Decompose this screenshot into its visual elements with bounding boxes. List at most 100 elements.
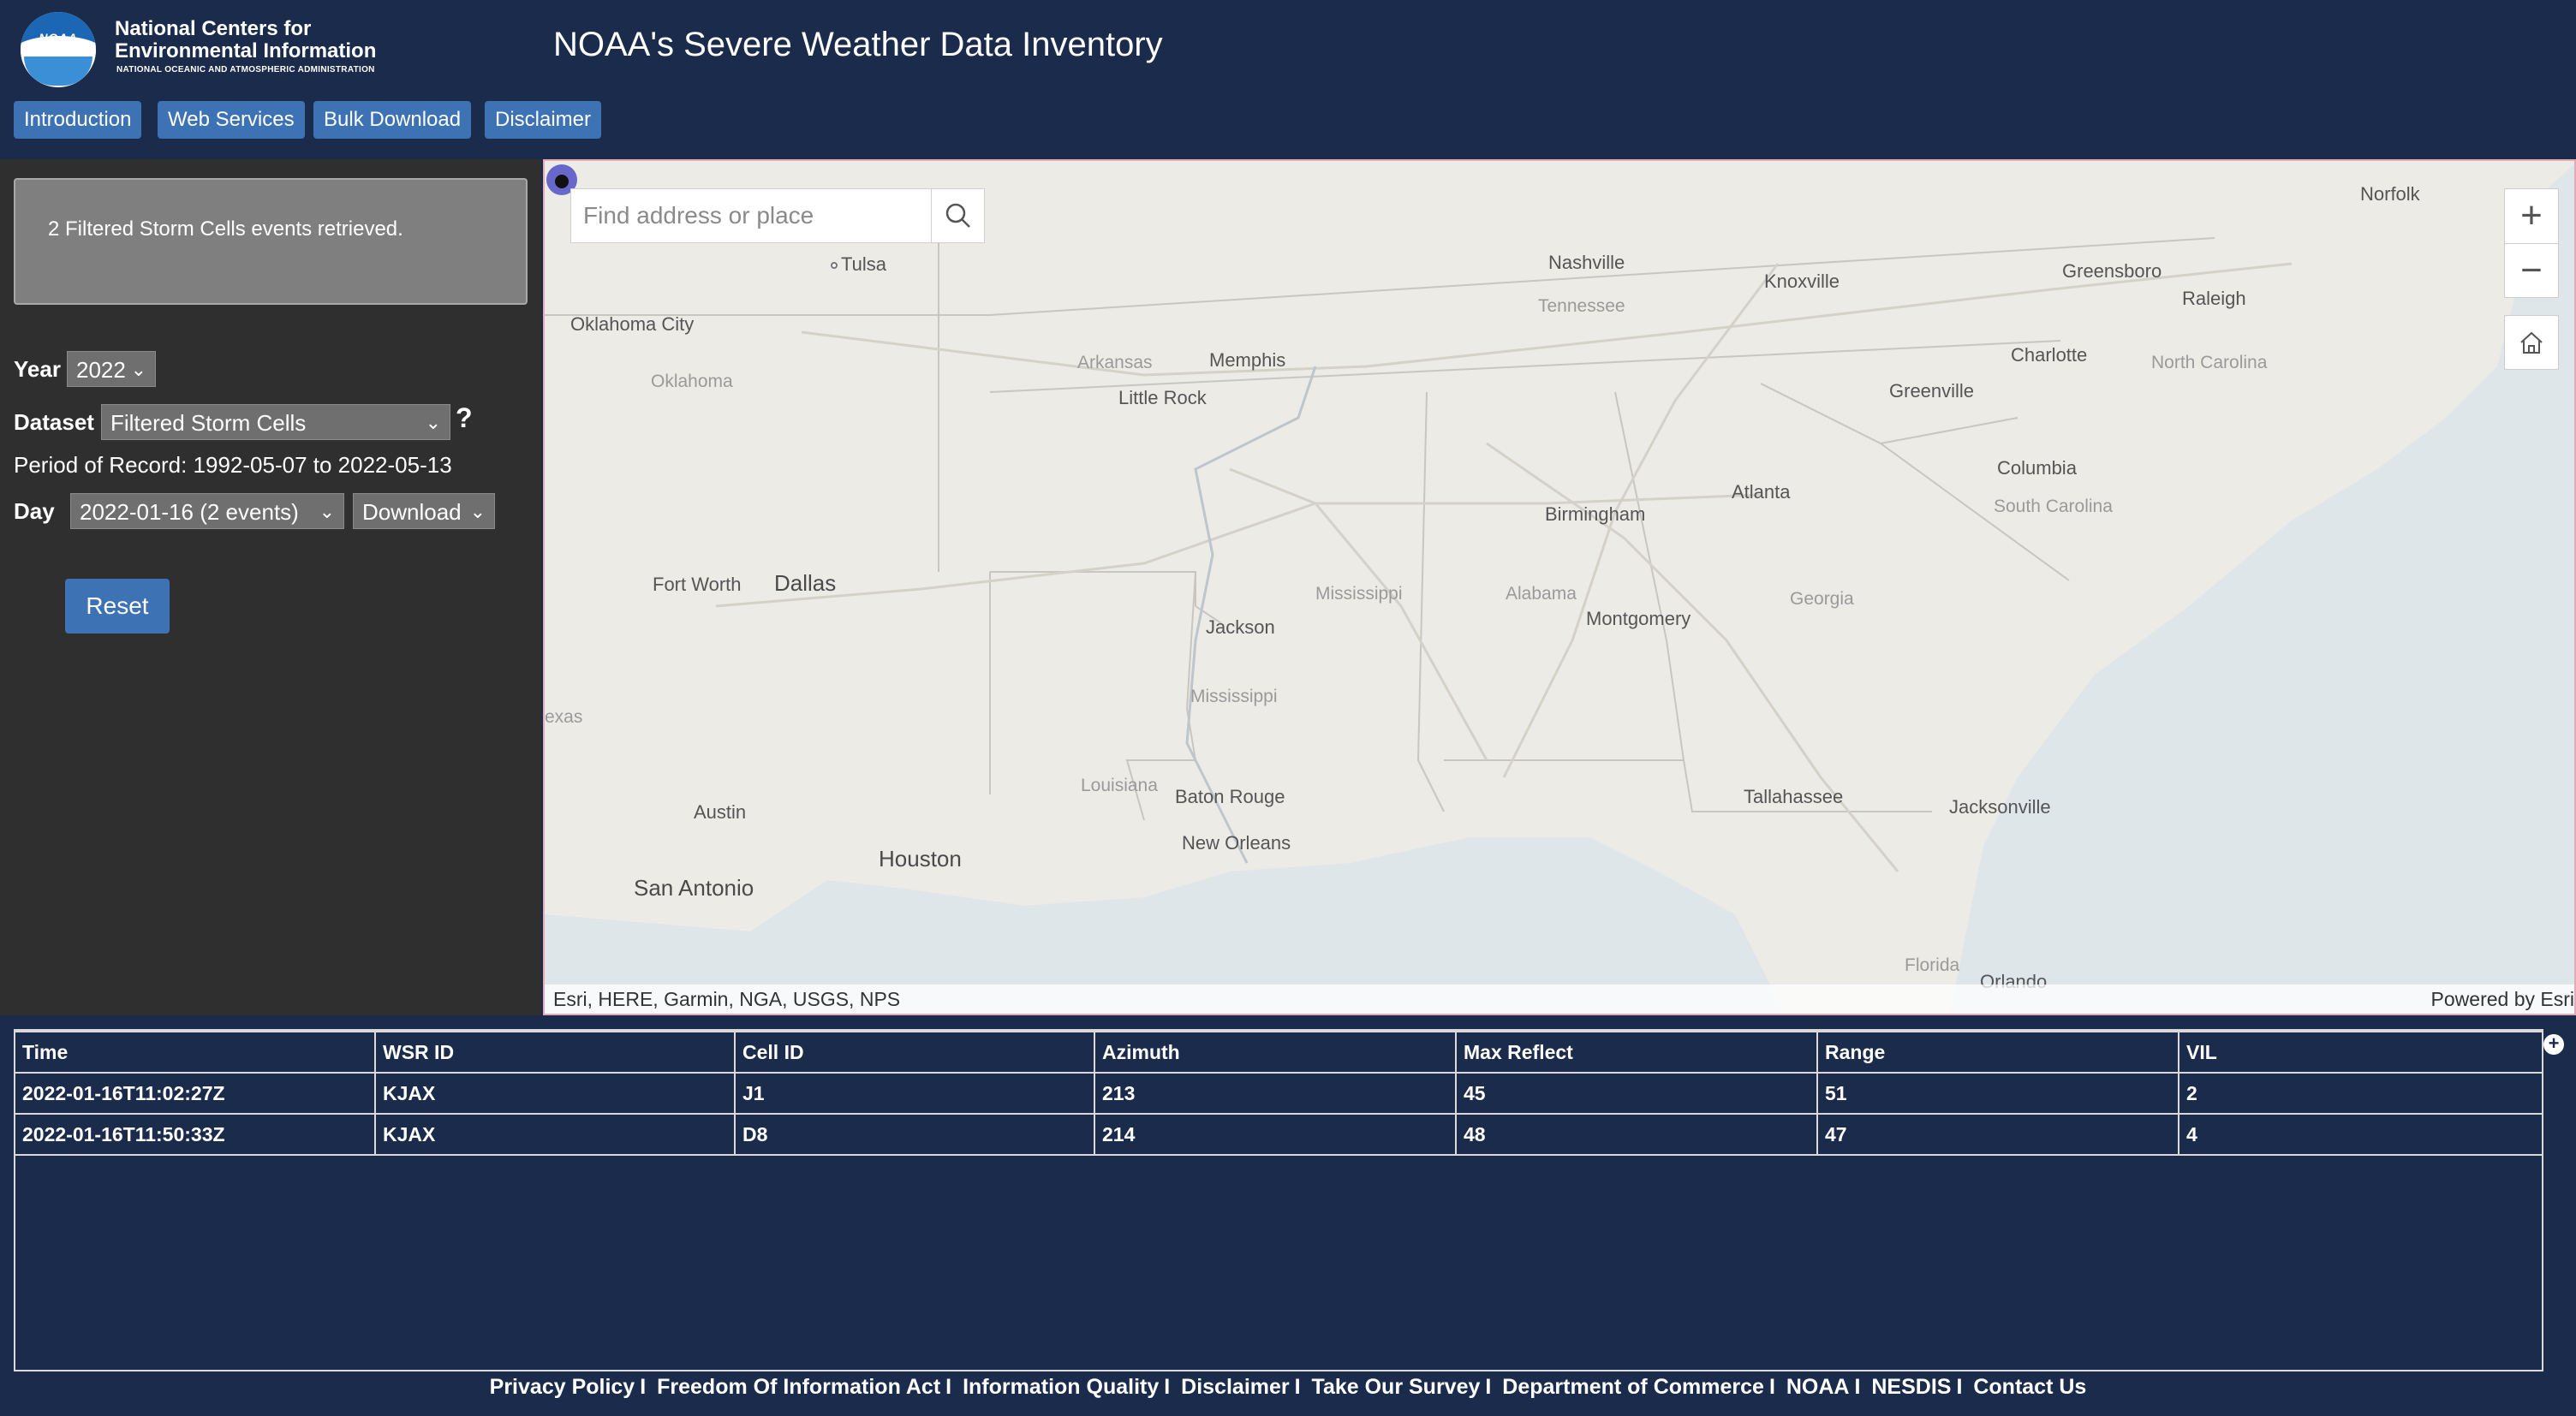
dataset-label: Dataset: [14, 409, 94, 435]
chevron-down-icon: ⌄: [469, 501, 486, 522]
state-borders: [545, 237, 2215, 821]
state-label: Florida: [1905, 955, 1960, 975]
state-label: Mississippi: [1190, 687, 1278, 706]
city-label: Memphis: [1209, 349, 1286, 371]
footer-link-information-quality[interactable]: Information Quality: [963, 1375, 1159, 1399]
results-table: Time WSR ID Cell ID Azimuth Max Reflect …: [15, 1031, 2543, 1156]
day-value: 2022-01-16 (2 events): [80, 499, 299, 525]
footer-link-noaa[interactable]: NOAA: [1786, 1375, 1850, 1399]
footer-links: Privacy Policy I Freedom Of Information A…: [489, 1375, 2087, 1399]
map-search: [570, 188, 985, 243]
city-label: Greensboro: [2062, 260, 2162, 282]
attribution-text: Esri, HERE, Garmin, NGA, USGS, NPS: [553, 988, 901, 1010]
state-label: Oklahoma: [651, 372, 733, 391]
map-attribution: Esri, HERE, Garmin, NGA, USGS, NPS Power…: [545, 985, 2574, 1014]
table-cell: J1: [734, 1072, 1095, 1115]
table-cell: 47: [1816, 1113, 2179, 1156]
search-input[interactable]: [571, 189, 924, 242]
table-cell: 51: [1816, 1072, 2179, 1115]
download-select[interactable]: Download ⌄: [353, 493, 495, 529]
column-header[interactable]: WSR ID: [374, 1031, 736, 1074]
city-label: Nashville: [1548, 252, 1625, 273]
download-value: Download: [362, 499, 462, 525]
period-of-record: Period of Record: 1992-05-07 to 2022-05-…: [14, 452, 452, 478]
city-label: Knoxville: [1764, 271, 1840, 292]
table-cell: 2: [2178, 1072, 2543, 1115]
map-view[interactable]: Oklahoma Tennessee Arkansas North Caroli…: [543, 159, 2576, 1015]
day-label: Day: [14, 498, 55, 524]
city-label: Fort Worth: [653, 574, 742, 595]
city-label: Houston: [879, 846, 962, 872]
zoom-in-button[interactable]: +: [2504, 188, 2559, 243]
nav-web-services-button[interactable]: Web Services: [158, 101, 305, 139]
help-icon[interactable]: ?: [456, 402, 473, 434]
results-table-container: Time WSR ID Cell ID Azimuth Max Reflect …: [14, 1029, 2543, 1371]
footer-link-foia[interactable]: Freedom Of Information Act: [657, 1375, 940, 1399]
table-cell: D8: [734, 1113, 1095, 1156]
state-label: Mississippi: [1315, 584, 1403, 604]
dataset-value: Filtered Storm Cells: [110, 410, 307, 436]
chevron-down-icon: ⌄: [425, 412, 441, 433]
city-label: Raleigh: [2182, 288, 2246, 309]
home-icon: [2520, 331, 2543, 354]
footer-link-privacy-policy[interactable]: Privacy Policy: [490, 1375, 635, 1399]
city-label: Charlotte: [2011, 344, 2088, 366]
table-row[interactable]: 2022-01-16T11:02:27Z KJAX J1 213 45 51 2: [15, 1072, 2543, 1115]
table-cell: 213: [1094, 1072, 1457, 1115]
column-header[interactable]: Time: [15, 1031, 376, 1074]
noaa-logo: NOAA: [21, 12, 96, 87]
city-label: New Orleans: [1182, 832, 1291, 854]
city-label: Jacksonville: [1949, 796, 2051, 818]
footer-link-commerce[interactable]: Department of Commerce: [1502, 1375, 1764, 1399]
table-cell: 45: [1455, 1072, 1818, 1115]
city-label: Norfolk: [2360, 183, 2420, 205]
state-label: North Carolina: [2151, 353, 2268, 372]
org-subtitle: NATIONAL OCEANIC AND ATMOSPHERIC ADMINIS…: [116, 65, 375, 74]
state-label: Arkansas: [1077, 353, 1153, 372]
footer-link-disclaimer[interactable]: Disclaimer: [1181, 1375, 1289, 1399]
column-header[interactable]: Range: [1816, 1031, 2179, 1074]
state-label: Tennessee: [1538, 296, 1625, 316]
table-cell: KJAX: [374, 1113, 736, 1156]
status-message: 2 Filtered Storm Cells events retrieved.: [48, 217, 403, 241]
footer-link-contact[interactable]: Contact Us: [1973, 1375, 2086, 1399]
plus-icon: +: [2520, 194, 2543, 236]
city-label: Dallas: [774, 570, 837, 596]
city-label: Columbia: [1997, 457, 2077, 479]
home-button[interactable]: [2504, 315, 2559, 370]
search-button[interactable]: [931, 189, 984, 242]
day-select[interactable]: 2022-01-16 (2 events) ⌄: [70, 493, 344, 529]
city-label: Austin: [694, 801, 747, 823]
column-header[interactable]: VIL: [2178, 1031, 2543, 1074]
column-header[interactable]: Azimuth: [1094, 1031, 1457, 1074]
year-select[interactable]: 2022 ⌄: [67, 351, 156, 387]
dataset-select[interactable]: Filtered Storm Cells ⌄: [101, 404, 450, 440]
org-name-line2: Environmental Information: [115, 39, 377, 62]
city-label: Atlanta: [1732, 481, 1791, 503]
city-label: Tulsa: [831, 253, 886, 276]
expand-table-icon[interactable]: +: [2543, 1034, 2564, 1055]
footer-link-nesdis[interactable]: NESDIS: [1871, 1375, 1951, 1399]
table-header-row: Time WSR ID Cell ID Azimuth Max Reflect …: [15, 1031, 2543, 1074]
column-header[interactable]: Max Reflect: [1455, 1031, 1818, 1074]
reset-button[interactable]: Reset: [65, 579, 170, 634]
footer-link-survey[interactable]: Take Our Survey: [1312, 1375, 1481, 1399]
nav-disclaimer-button[interactable]: Disclaimer: [485, 101, 602, 139]
state-label: exas: [545, 707, 583, 727]
year-value: 2022: [76, 357, 126, 383]
state-label: Louisiana: [1081, 776, 1158, 795]
nav-introduction-button[interactable]: Introduction: [14, 101, 142, 139]
powered-by-link[interactable]: Powered by Esri: [2431, 988, 2574, 1011]
nav-bulk-download-button[interactable]: Bulk Download: [313, 101, 472, 139]
logo-text: NOAA: [39, 31, 78, 45]
city-label: Birmingham: [1545, 503, 1646, 525]
city-label: Oklahoma City: [570, 313, 695, 335]
table-cell: KJAX: [374, 1072, 736, 1115]
table-row[interactable]: 2022-01-16T11:50:33Z KJAX D8 214 48 47 4: [15, 1113, 2543, 1156]
zoom-out-button[interactable]: −: [2504, 243, 2559, 298]
year-label: Year: [14, 356, 61, 382]
state-label: Georgia: [1790, 589, 1854, 609]
city-label: Jackson: [1206, 616, 1275, 638]
table-cell: 2022-01-16T11:50:33Z: [15, 1113, 376, 1156]
column-header[interactable]: Cell ID: [734, 1031, 1095, 1074]
